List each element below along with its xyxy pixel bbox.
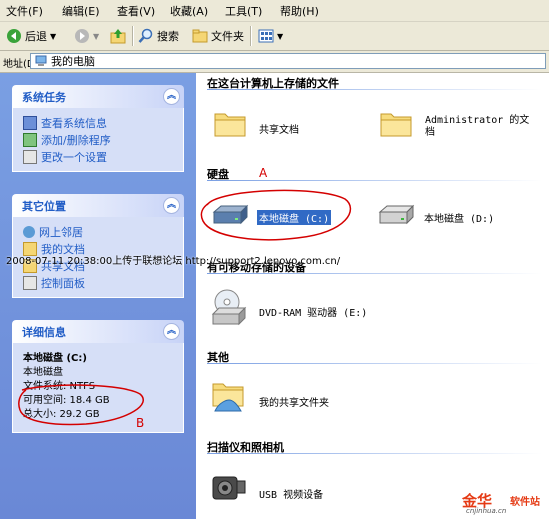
address-bar: 地址(D) 我的电脑 [0, 51, 549, 73]
dvd-drive-icon [211, 289, 247, 326]
group-divider [207, 363, 542, 364]
system-tasks-title: 系统任务 [22, 90, 66, 104]
annotation-b: B [136, 416, 145, 430]
system-tasks-header[interactable]: 系统任务 ︽ [12, 85, 184, 108]
my-shared-folder-label: 我的共享文件夹 [259, 398, 329, 409]
collapse-chevron-icon[interactable]: ︽ [163, 323, 180, 340]
menu-file[interactable]: 文件(F) [6, 3, 43, 19]
forward-button[interactable]: ▼ [74, 26, 99, 46]
group-divider [207, 453, 542, 454]
group-divider [207, 89, 542, 90]
annotation-circle-a [200, 189, 352, 241]
menu-favorites[interactable]: 收藏(A) [170, 3, 208, 19]
folders-label: 文件夹 [211, 30, 244, 43]
dvd-drive-label: DVD-RAM 驱动器 (E:) [259, 308, 368, 319]
views-button[interactable]: ▼ [258, 26, 283, 46]
forward-dropdown-icon[interactable]: ▼ [93, 32, 99, 41]
other-places-title: 其它位置 [22, 199, 66, 213]
details-title: 详细信息 [22, 325, 66, 339]
details-header[interactable]: 详细信息 ︽ [12, 320, 184, 343]
folders-icon [192, 29, 208, 43]
folder-icon [214, 113, 246, 137]
up-button[interactable] [110, 26, 128, 46]
forward-arrow-icon [75, 29, 89, 43]
network-places-link[interactable]: 网上邻居 [23, 223, 183, 240]
menu-tools[interactable]: 工具(T) [225, 3, 262, 19]
control-panel-link[interactable]: 控制面板 [23, 274, 183, 291]
admin-documents-item[interactable] [379, 108, 413, 141]
my-computer-icon [35, 55, 47, 66]
system-tasks-body: 查看系统信息 添加/删除程序 更改一个设置 [12, 108, 184, 172]
logo-url: cnjinhua.cn [466, 507, 507, 515]
other-places-header[interactable]: 其它位置 ︽ [12, 194, 184, 217]
link-label: 更改一个设置 [41, 150, 107, 164]
control-panel-icon [23, 275, 37, 290]
drive-d-item[interactable] [377, 204, 415, 231]
admin-documents-label: Administrator 的文档 [425, 115, 530, 138]
add-remove-icon [23, 132, 37, 147]
link-label: 添加/删除程序 [41, 133, 111, 147]
system-tasks-panel: 系统任务 ︽ 查看系统信息 添加/删除程序 更改一个设置 [12, 85, 184, 172]
annotation-circle-b [18, 384, 144, 426]
views-grid-icon [258, 29, 274, 43]
search-icon [138, 28, 153, 43]
dvd-drive-item[interactable] [211, 288, 247, 331]
drive-name: 本地磁盘 (C:) [23, 353, 87, 364]
camera-icon [212, 476, 246, 500]
upload-watermark: 2008-07-11 20:38:00上传于联想论坛 http://suppor… [6, 256, 341, 267]
menu-edit[interactable]: 编辑(E) [62, 3, 100, 19]
shared-folder-icon [212, 383, 244, 412]
folders-button[interactable]: 文件夹 [192, 26, 244, 46]
link-label: 网上邻居 [39, 225, 83, 239]
folder-up-icon [110, 29, 126, 44]
views-dropdown-icon: ▼ [277, 31, 284, 41]
hard-drive-icon [378, 204, 415, 225]
shared-documents-item[interactable] [213, 108, 247, 141]
network-icon [23, 225, 35, 238]
task-pane: 系统任务 ︽ 查看系统信息 添加/删除程序 更改一个设置 其它位置 ︽ 网上邻居… [0, 73, 196, 519]
content-pane: 在这台计算机上存储的文件 共享文档 Administrator 的文档 硬盘 A… [197, 73, 549, 519]
search-button[interactable]: 搜索 [138, 26, 179, 46]
add-remove-programs-link[interactable]: 添加/删除程序 [23, 131, 183, 148]
toolbar: 后退 ▼ ▼ 搜索 文件夹 ▼ [0, 22, 549, 51]
back-button[interactable]: 后退 ▼ [6, 26, 56, 46]
address-value: 我的电脑 [51, 55, 95, 68]
group-divider [207, 180, 542, 181]
back-arrow-icon [7, 29, 21, 43]
address-input[interactable]: 我的电脑 [30, 53, 546, 69]
back-label: 后退 [25, 30, 47, 43]
other-places-panel: 其它位置 ︽ 网上邻居 我的文档 共享文档 控制面板 [12, 194, 184, 298]
usb-video-device-item[interactable] [211, 471, 247, 510]
back-dropdown-icon[interactable]: ▼ [50, 32, 56, 41]
site-logo: 金华 软件站 cnjinhua.cn [462, 490, 546, 516]
search-label: 搜索 [157, 30, 179, 43]
drive-type: 本地磁盘 [23, 367, 63, 378]
control-panel-icon [23, 149, 37, 164]
menu-bar: 文件(F) 编辑(E) 查看(V) 收藏(A) 工具(T) 帮助(H) [0, 0, 549, 22]
view-system-info-link[interactable]: 查看系统信息 [23, 114, 183, 131]
group-divider [207, 273, 542, 274]
change-setting-link[interactable]: 更改一个设置 [23, 148, 183, 165]
system-info-icon [23, 115, 37, 130]
usb-video-device-label: USB 视频设备 [259, 490, 324, 501]
menu-help[interactable]: 帮助(H) [280, 3, 319, 19]
collapse-chevron-icon[interactable]: ︽ [163, 88, 180, 105]
annotation-a: A [259, 166, 268, 180]
folder-icon [380, 113, 412, 137]
my-shared-folder-item[interactable] [211, 378, 247, 415]
menu-view[interactable]: 查看(V) [117, 3, 155, 19]
collapse-chevron-icon[interactable]: ︽ [163, 197, 180, 214]
link-label: 查看系统信息 [41, 116, 107, 130]
logo-sub: 软件站 [510, 497, 540, 508]
link-label: 控制面板 [41, 276, 85, 290]
shared-documents-label: 共享文档 [259, 125, 299, 136]
drive-d-label: 本地磁盘 (D:) [424, 214, 495, 225]
